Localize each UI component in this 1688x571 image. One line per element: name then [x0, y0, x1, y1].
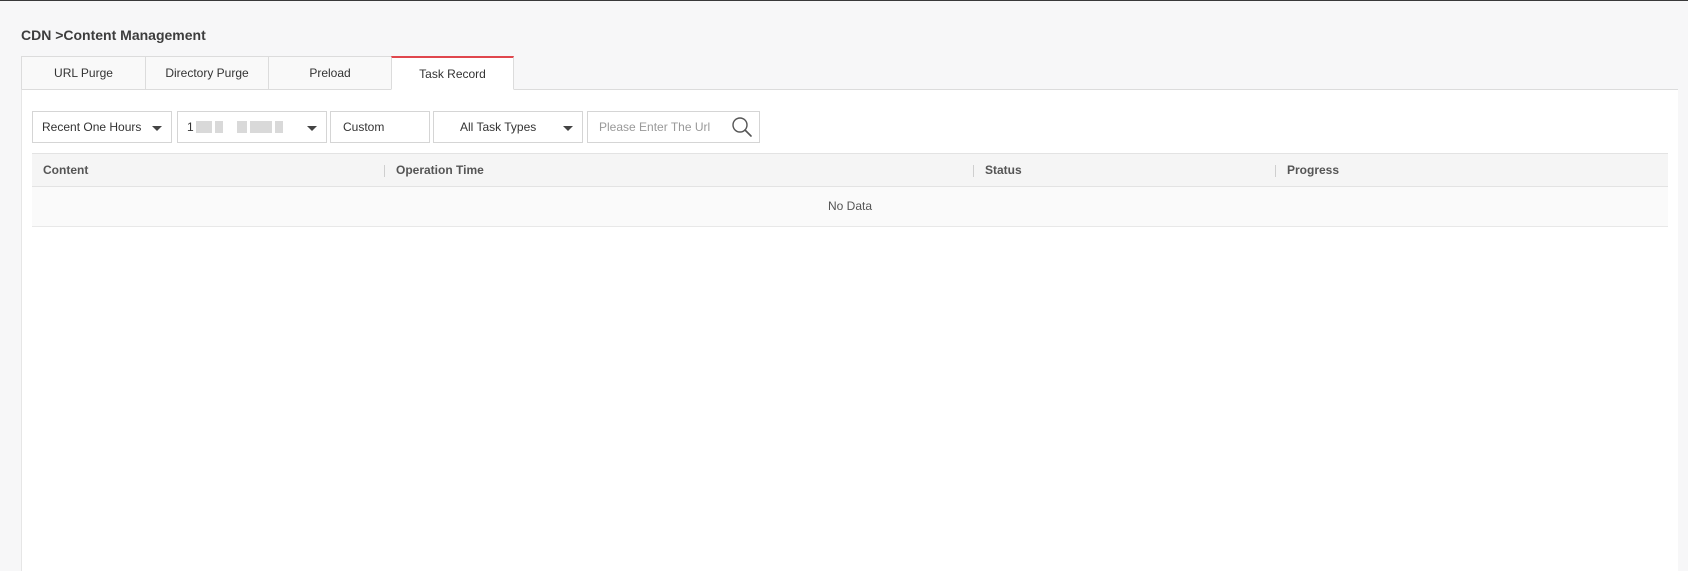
column-divider[interactable] [973, 165, 974, 177]
url-search-input[interactable] [599, 120, 729, 134]
time-range-select[interactable]: Recent One Hours [32, 111, 172, 143]
task-type-value: All Task Types [460, 120, 537, 134]
task-type-select[interactable]: All Task Types [433, 111, 583, 143]
table-header: Content Operation Time Status Progress [32, 153, 1668, 187]
tab-directory-purge[interactable]: Directory Purge [145, 56, 268, 90]
chevron-down-icon [152, 126, 162, 131]
empty-state: No Data [32, 187, 1668, 227]
breadcrumb: CDN >Content Management [21, 27, 206, 43]
chevron-down-icon [563, 126, 573, 131]
column-divider[interactable] [384, 165, 385, 177]
column-header-content: Content [43, 163, 89, 177]
column-header-progress: Progress [1287, 163, 1340, 177]
task-record-panel: Recent One Hours 1 Custom All Task Types [21, 89, 1678, 571]
tab-bar: URL Purge Directory Purge Preload Task R… [21, 56, 514, 90]
column-header-status: Status [985, 163, 1022, 177]
search-icon[interactable] [731, 116, 753, 138]
column-divider[interactable] [1275, 165, 1276, 177]
column-header-operation-time: Operation Time [396, 163, 484, 177]
domain-value: 1 [187, 120, 194, 134]
window-top-border [0, 0, 1688, 1]
tab-preload[interactable]: Preload [268, 56, 391, 90]
url-search-box [587, 111, 760, 143]
tab-task-record[interactable]: Task Record [391, 56, 514, 90]
tab-url-purge[interactable]: URL Purge [21, 56, 145, 90]
chevron-down-icon [307, 126, 317, 131]
redacted-domain-text [195, 121, 286, 133]
task-record-table: Content Operation Time Status Progress N… [32, 153, 1668, 227]
domain-select[interactable]: 1 [177, 111, 327, 143]
time-range-value: Recent One Hours [42, 120, 142, 134]
custom-time-button[interactable]: Custom [330, 111, 430, 143]
